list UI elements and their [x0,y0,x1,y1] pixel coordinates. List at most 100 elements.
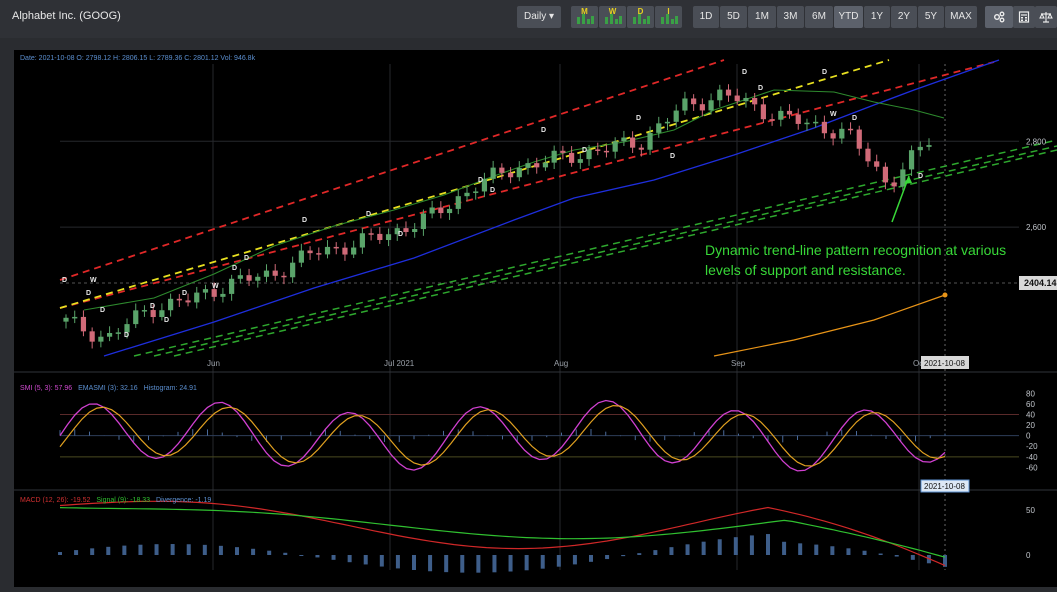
x-tick-label: Jun [207,359,220,368]
candle-body [229,278,235,294]
macd-histogram-bar [910,555,915,560]
x-tick-label: Aug [554,359,568,368]
smi-y-tick-label: -60 [1026,463,1038,472]
macd-histogram-bar [299,555,304,556]
pattern-marker-label: D [918,173,923,180]
candle-body [865,148,871,162]
macd-histogram-bar [460,555,465,573]
interval-dropdown[interactable]: Daily ▾ [517,6,561,28]
pattern-marker-label: D [164,317,169,324]
candle-body [490,167,496,179]
candle-body [133,310,139,325]
candle-body [891,182,897,187]
candle-body [324,246,331,255]
macd-histogram-bar [492,555,497,573]
macd-histogram-bar [814,544,819,555]
macd-histogram-bar [283,552,288,555]
stock-chart[interactable]: D WDDDDDDWDDDDDDDDDDDDDDWDD Jun Jul 2021 Au… [14,50,1057,587]
indicator-button-i[interactable]: I [655,6,682,28]
pattern-marker-label: D [232,265,237,272]
top-toolbar: Alphabet Inc. (GOOG) Daily ▾ M W D I 1D 5D 1M 3… [0,0,1057,38]
x-tick-label: Sep [731,359,746,368]
indicator-button-m[interactable]: M [571,6,598,28]
candle-body [525,163,531,168]
candle-body [290,262,296,278]
smi-y-tick-label: 80 [1026,389,1035,398]
y-tick-label: 2,600 [1026,223,1047,232]
x-tick-label: Jul 2021 [384,359,415,368]
indicator-button-d[interactable]: D [627,6,654,28]
candle-body [80,316,87,332]
pattern-marker-label: D [852,115,857,122]
candle-body [725,89,732,96]
macd-histogram-bar [58,552,62,555]
candle-body [272,270,278,276]
range-button-1m[interactable]: 1M [748,6,776,28]
range-button-6m[interactable]: 6M [805,6,833,28]
smi-legend-hist: Histogram: 24.91 [144,385,197,392]
macd-histogram-bar [106,546,111,555]
candle-body [691,98,697,105]
candle-body [717,89,723,101]
chart-area[interactable]: DWDDDDDDWDDDDDDDDDDDDDDWDD Jun Jul 2021 Au… [14,50,1057,587]
scale-icon[interactable] [1035,6,1057,28]
candle-body [98,336,104,342]
macd-histogram-bar [637,553,642,555]
candle-body [778,110,784,120]
range-button-2y[interactable]: 2Y [891,6,917,28]
ohlc-readout: Date: 2021-10-08 O: 2798.12 H: 2806.15 L… [20,55,256,62]
macd-histogram-bar [653,550,658,555]
macd-legend-div: Divergence: -1.19 [156,497,211,504]
macd-histogram-bar [830,546,835,555]
macd-histogram-bar [798,543,803,555]
candle-body [351,247,357,255]
macd-histogram-bar [540,555,545,569]
range-button-max[interactable]: MAX [945,6,977,28]
candle-body [560,150,566,153]
candle-body [682,98,688,111]
candle-body [72,316,78,319]
candle-body [211,289,217,297]
macd-histogram-bar [894,555,899,557]
annotation-line-2: levels of support and resistance. [705,262,906,278]
range-button-1d[interactable]: 1D [693,6,719,28]
candle-body [359,233,365,248]
smi-y-tick-label: 20 [1026,421,1035,430]
y-tick-label: 2,800 [1026,137,1047,146]
indicator-button-w[interactable]: W [599,6,626,28]
candle-body [760,104,766,120]
candle-body [342,247,348,255]
pattern-marker-label: W [90,277,97,284]
candle-body [246,275,252,281]
candle-body [769,119,775,121]
range-button-1y[interactable]: 1Y [864,6,890,28]
pattern-marker-label: D [302,217,307,224]
calculator-icon[interactable] [1013,6,1035,28]
candle-body [168,298,174,311]
pattern-marker-label: W [212,283,219,290]
candle-body [499,167,505,173]
candle-body [333,246,339,249]
macd-histogram-bar [331,555,336,560]
range-button-ytd[interactable]: YTD [834,6,863,28]
candle-body [917,146,923,151]
range-button-5y[interactable]: 5Y [918,6,944,28]
candle-body [656,123,662,133]
macd-histogram-bar [74,550,79,555]
macd-legend-signal: Signal (9): -18.33 [96,497,150,504]
settings-icon[interactable] [985,6,1013,28]
range-button-3m[interactable]: 3M [777,6,804,28]
pattern-marker-label: D [742,69,747,76]
candle-body [630,137,636,148]
macd-histogram-bar [717,539,722,555]
candle-body [795,114,801,124]
candle-body [316,253,322,255]
macd-histogram-bar [862,550,867,555]
candle-body [821,121,827,134]
candle-body [752,97,758,105]
macd-histogram-bar [315,555,320,558]
range-button-5d[interactable]: 5D [720,6,747,28]
macd-histogram-bar [878,553,883,555]
candle-body [220,293,226,297]
macd-histogram-bar [685,544,690,555]
